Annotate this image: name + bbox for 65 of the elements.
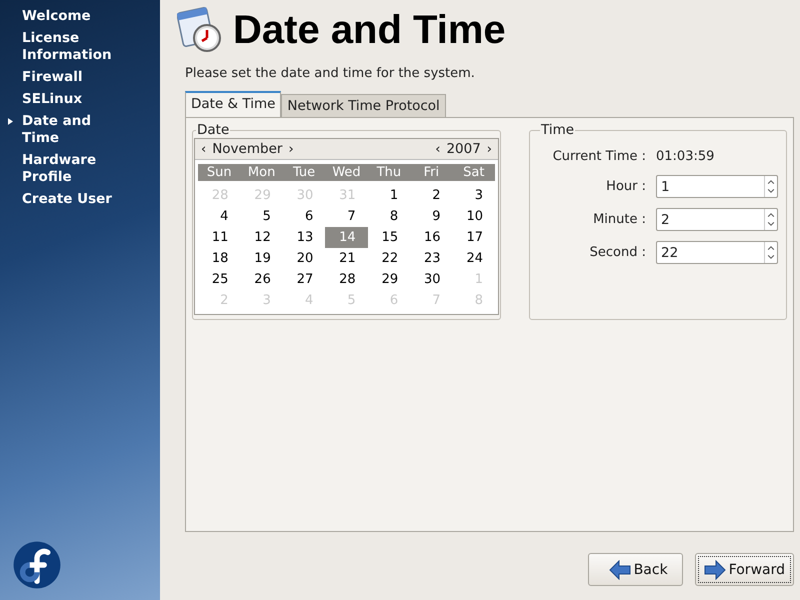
group-label: Date [196, 122, 230, 138]
field-label: Second : [588, 245, 647, 260]
field-label: Hour : [605, 179, 647, 194]
page-title: Date and Time [233, 8, 506, 52]
calendar-day[interactable]: 18 [198, 248, 240, 269]
group-label: Time [540, 122, 576, 138]
sidebar-item[interactable]: Hardware Profile [0, 150, 160, 189]
weekday-label: Tue [292, 164, 316, 181]
calendar-day[interactable]: 5 [240, 206, 283, 227]
sidebar-item[interactable]: Firewall [0, 67, 160, 89]
calendar-day[interactable]: 26 [240, 269, 283, 290]
weekday-label: Sat [462, 164, 486, 181]
field-label: Minute : [592, 212, 647, 227]
previous-year-button[interactable]: ‹ [435, 142, 440, 156]
tab[interactable]: Date & Time [185, 91, 282, 117]
sidebar-item[interactable]: SELinux [0, 89, 160, 111]
weekday-label: Wed [331, 164, 362, 181]
spin-field[interactable]: 2 [656, 208, 778, 231]
calendar-day[interactable]: 23 [410, 248, 453, 269]
next-month-button[interactable]: › [288, 142, 294, 156]
year-label: 2007 [446, 141, 481, 157]
current-time-value: 01:03:59 [656, 148, 714, 164]
weekday-label: Sun [206, 164, 233, 181]
instruction-text: Please set the date and time for the system. [185, 66, 476, 81]
calendar-day[interactable]: 4 [198, 206, 240, 227]
calendar-day[interactable]: 11 [198, 227, 240, 248]
calendar-day[interactable]: 29 [368, 269, 410, 290]
calendar-day[interactable]: 27 [282, 269, 326, 290]
calendar-day[interactable]: 13 [282, 227, 326, 248]
calendar-day[interactable]: 25 [198, 269, 240, 290]
spin-field[interactable]: 22 [656, 241, 778, 264]
sidebar-item[interactable]: License Information [0, 28, 160, 67]
forward-button[interactable]: Forward [694, 553, 794, 586]
spin-field[interactable]: 1 [656, 175, 778, 198]
next-year-button[interactable]: › [486, 142, 492, 156]
calendar-day[interactable]: 3 [452, 185, 495, 206]
calendar-day[interactable]: 17 [452, 227, 495, 248]
calendar-day[interactable]: 20 [282, 248, 326, 269]
field-label: Current Time : [552, 148, 647, 164]
tab[interactable]: Network Time Protocol [281, 94, 446, 117]
weekday-label: Fri [422, 164, 440, 181]
calendar-day[interactable]: 21 [325, 248, 368, 269]
sidebar-item[interactable]: Welcome [0, 6, 160, 28]
calendar-day[interactable]: 2 [410, 185, 453, 206]
calendar-day[interactable]: 12 [240, 227, 283, 248]
calendar-day[interactable]: 8 [368, 206, 410, 227]
calendar-day[interactable]: 16 [410, 227, 453, 248]
calendar-day[interactable]: 24 [452, 248, 495, 269]
calendar-day[interactable]: 19 [240, 248, 283, 269]
month-label: November [212, 141, 282, 157]
sidebar-item[interactable]: Date and Time [0, 111, 160, 150]
calendar-day[interactable]: 30 [410, 269, 453, 290]
calendar-day[interactable]: 6 [282, 206, 326, 227]
weekday-label: Mon [246, 164, 276, 181]
weekday-label: Thu [376, 164, 402, 181]
calendar-day[interactable]: 7 [325, 206, 368, 227]
calendar-day[interactable]: 28 [325, 269, 368, 290]
back-button[interactable]: Back [588, 553, 683, 586]
sidebar-item[interactable]: Create User [0, 189, 160, 211]
calendar-day[interactable]: 22 [368, 248, 410, 269]
previous-month-button[interactable]: ‹ [201, 142, 206, 156]
calendar-day[interactable]: 15 [368, 227, 410, 248]
calendar-day[interactable]: 1 [368, 185, 410, 206]
calendar-day[interactable]: 10 [452, 206, 495, 227]
calendar-day[interactable]: 9 [410, 206, 453, 227]
